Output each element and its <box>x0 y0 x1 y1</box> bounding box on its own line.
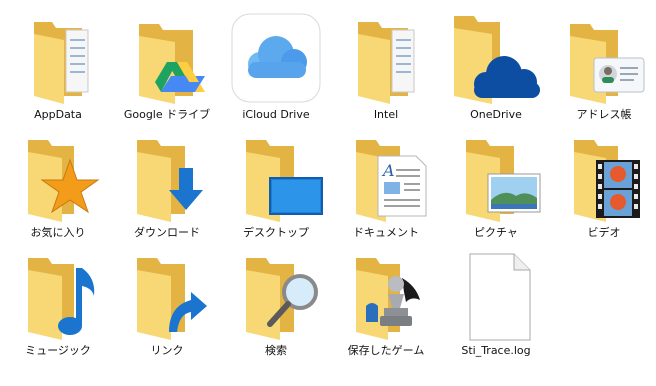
item-favorites[interactable]: お気に入り <box>6 126 110 244</box>
item-label: Sti_Trace.log <box>461 344 531 357</box>
file-icon-grid: AppData Google ドライブ iCloud Drive Intel O… <box>0 0 656 386</box>
favorites-folder-icon <box>6 126 110 226</box>
item-label: ドキュメント <box>353 226 419 239</box>
item-downloads[interactable]: ダウンロード <box>115 126 219 244</box>
item-label: 保存したゲーム <box>347 344 425 357</box>
item-onedrive[interactable]: OneDrive <box>444 8 548 126</box>
onedrive-folder-icon <box>444 8 548 108</box>
item-google-drive[interactable]: Google ドライブ <box>115 8 219 126</box>
saved-games-folder-icon <box>334 244 438 344</box>
item-videos[interactable]: ビデオ <box>552 126 656 244</box>
folder-documents-icon <box>6 8 110 108</box>
item-label: ピクチャ <box>474 226 518 239</box>
item-documents[interactable]: A ドキュメント <box>334 126 438 244</box>
item-label: OneDrive <box>470 108 522 121</box>
item-icloud-drive[interactable]: iCloud Drive <box>224 8 328 126</box>
item-label: Google ドライブ <box>123 108 211 121</box>
item-links[interactable]: リンク <box>115 244 219 362</box>
contacts-folder-icon <box>552 8 656 108</box>
item-label: ダウンロード <box>134 226 200 239</box>
searches-folder-icon <box>224 244 328 344</box>
item-label: iCloud Drive <box>242 108 310 121</box>
text-file-icon <box>444 244 548 344</box>
item-label: 検索 <box>265 344 287 357</box>
item-contacts[interactable]: アドレス帳 <box>552 8 656 126</box>
item-label: リンク <box>150 344 184 357</box>
music-folder-icon <box>6 244 110 344</box>
item-desktop[interactable]: デスクトップ <box>224 126 328 244</box>
documents-folder-icon: A <box>334 126 438 226</box>
item-label: ミュージック <box>25 344 91 357</box>
pictures-folder-icon <box>444 126 548 226</box>
google-drive-folder-icon <box>115 8 219 108</box>
videos-folder-icon <box>552 126 656 226</box>
item-pictures[interactable]: ピクチャ <box>444 126 548 244</box>
item-label: ビデオ <box>587 226 621 239</box>
item-sti-trace-log[interactable]: Sti_Trace.log <box>444 244 548 362</box>
desktop-folder-icon <box>224 126 328 226</box>
folder-documents-icon <box>334 8 438 108</box>
item-intel[interactable]: Intel <box>334 8 438 126</box>
item-appdata[interactable]: AppData <box>6 8 110 126</box>
icloud-drive-icon <box>224 8 328 108</box>
svg-text:A: A <box>381 161 395 180</box>
item-music[interactable]: ミュージック <box>6 244 110 362</box>
item-saved-games[interactable]: 保存したゲーム <box>334 244 438 362</box>
item-label: お気に入り <box>30 226 86 239</box>
item-label: アドレス帳 <box>576 108 632 121</box>
downloads-folder-icon <box>115 126 219 226</box>
item-label: Intel <box>373 108 399 121</box>
links-folder-icon <box>115 244 219 344</box>
item-label: AppData <box>34 108 82 121</box>
item-searches[interactable]: 検索 <box>224 244 328 362</box>
item-label: デスクトップ <box>243 226 309 239</box>
